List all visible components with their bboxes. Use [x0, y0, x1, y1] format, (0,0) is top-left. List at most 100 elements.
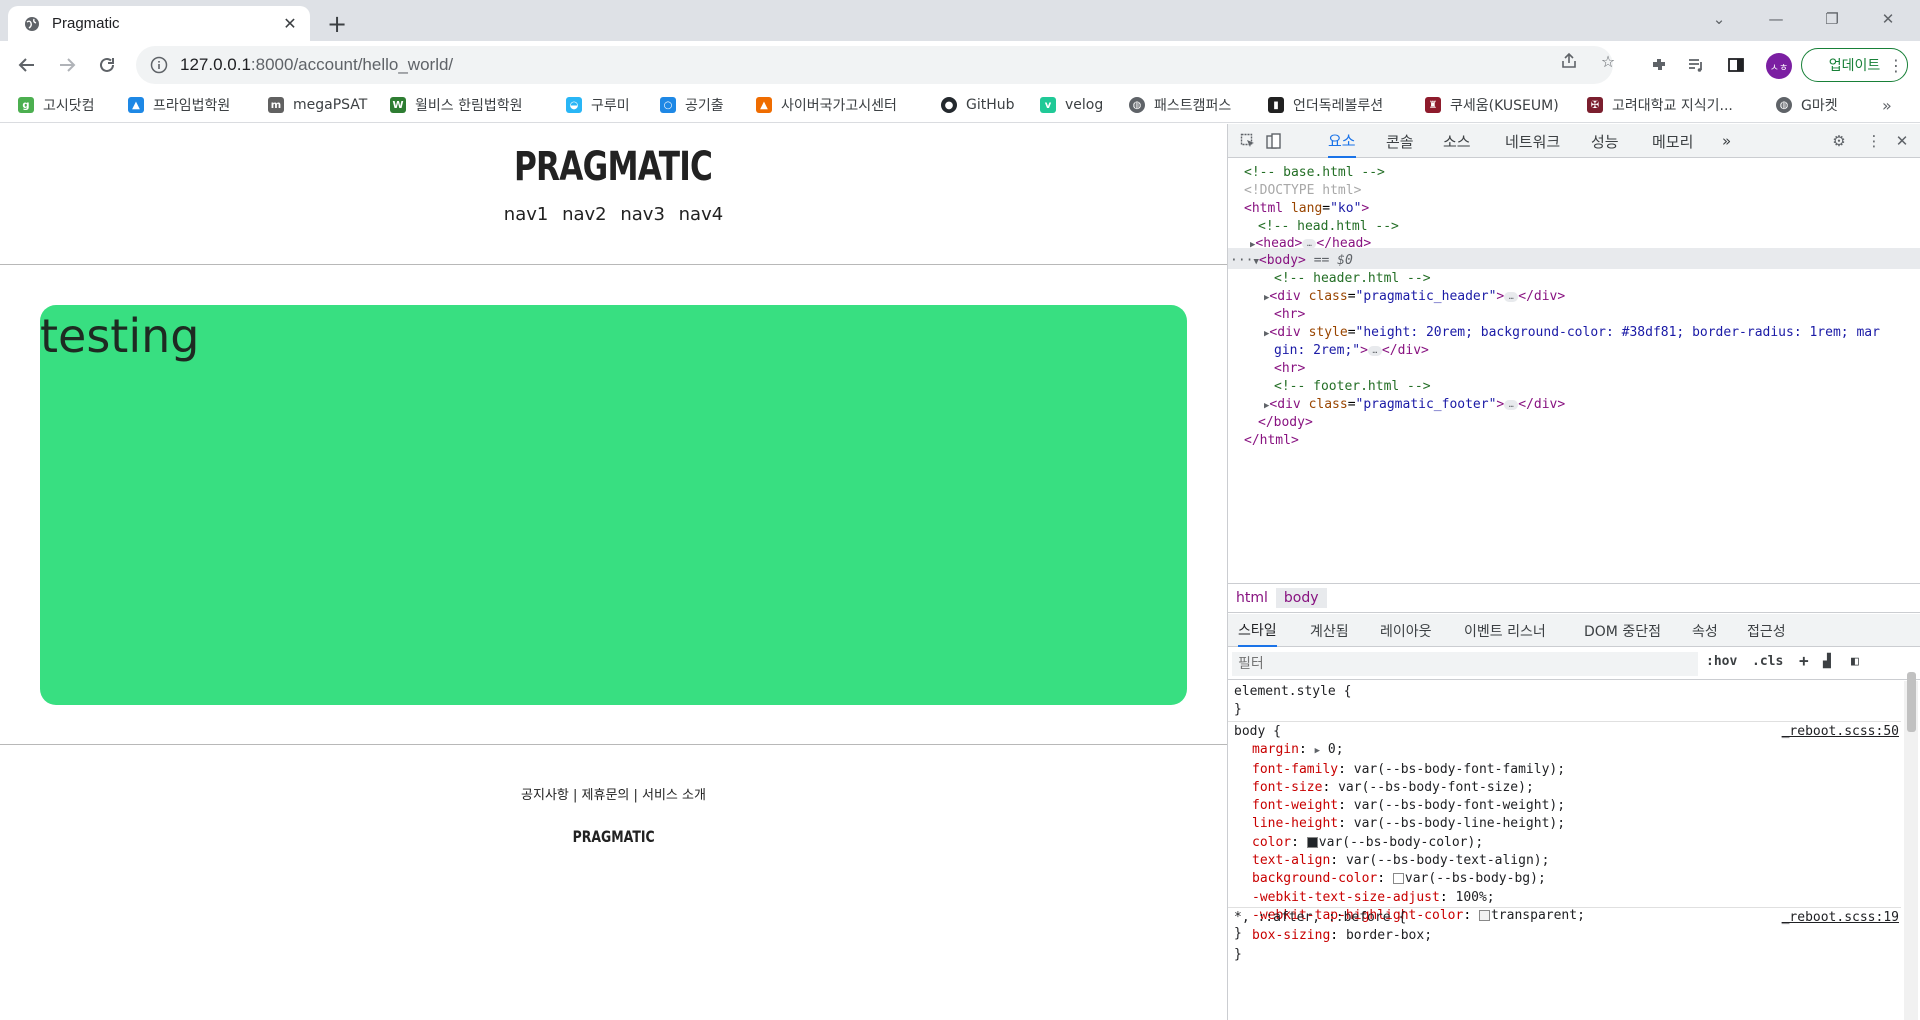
tab-accessibility[interactable]: 접근성 — [1747, 614, 1786, 647]
style-property[interactable]: font-weight: var(--bs-body-font-weight); — [1234, 797, 1899, 815]
breadcrumb-body[interactable]: body — [1275, 588, 1327, 608]
rule-source-link[interactable]: _reboot.scss:19 — [1782, 909, 1899, 927]
nav-link[interactable]: nav1 — [504, 204, 549, 225]
side-panel-icon[interactable] — [1724, 53, 1748, 77]
inspect-element-icon[interactable] — [1238, 131, 1258, 151]
site-nav: nav1 nav2 nav3 nav4 — [0, 204, 1227, 225]
tab-styles[interactable]: 스타일 — [1238, 614, 1277, 647]
bookmark-item[interactable]: v velog — [1040, 92, 1103, 118]
paint-icon[interactable]: ▟ — [1823, 654, 1831, 669]
tab-layout[interactable]: 레이아웃 — [1380, 614, 1432, 647]
close-tab-icon[interactable]: ✕ — [280, 14, 300, 34]
bookmark-item[interactable]: ◍ G마켓 — [1776, 92, 1838, 118]
style-property[interactable]: font-family: var(--bs-body-font-family); — [1234, 761, 1899, 779]
style-property[interactable]: font-size: var(--bs-body-font-size); — [1234, 779, 1899, 797]
pragmatic-header: PRAGMATIC nav1 nav2 nav3 nav4 — [0, 124, 1227, 225]
more-bookmarks-icon[interactable]: » — [1882, 96, 1892, 115]
tab-search-icon[interactable]: ⌄ — [1691, 0, 1747, 38]
bookmark-item[interactable]: ♜ 쿠세움(KUSEUM) — [1425, 92, 1559, 118]
restore-button[interactable]: ❐ — [1804, 0, 1860, 38]
tab-elements[interactable]: 요소 — [1328, 124, 1356, 158]
page-viewport: PRAGMATIC nav1 nav2 nav3 nav4 testing 공지… — [0, 124, 1227, 1020]
tab-dom-breakpoints[interactable]: DOM 중단점 — [1584, 614, 1661, 647]
style-property[interactable]: text-align: var(--bs-body-text-align); — [1234, 852, 1899, 870]
rule-divider — [1228, 721, 1901, 722]
share-icon[interactable] — [1558, 50, 1580, 72]
profile-avatar[interactable]: ㅅㅎ — [1766, 53, 1792, 79]
new-tab-button[interactable]: + — [322, 9, 352, 39]
bookmark-item[interactable]: m megaPSAT — [268, 92, 367, 118]
color-swatch[interactable] — [1306, 836, 1318, 848]
style-property[interactable]: line-height: var(--bs-body-line-height); — [1234, 815, 1899, 833]
filter-input[interactable] — [1232, 652, 1698, 676]
more-tabs-icon[interactable]: » — [1722, 124, 1731, 158]
reload-button[interactable] — [91, 49, 123, 81]
tab-properties[interactable]: 속성 — [1692, 614, 1718, 647]
content-box: testing — [40, 305, 1187, 705]
dom-node[interactable]: </html> — [1244, 430, 1299, 452]
breadcrumb-html[interactable]: html — [1228, 588, 1276, 608]
bookmark-item[interactable]: ● GitHub — [941, 92, 1015, 118]
class-toggle[interactable]: .cls — [1752, 654, 1783, 669]
tab-strip: Pragmatic ✕ + ⌄ — ❐ ✕ — [0, 0, 1920, 41]
device-toolbar-icon[interactable] — [1264, 131, 1284, 151]
bookmarks-bar: g 고시닷컴 ▲ 프라임법학원 m megaPSAT W 윌비스 한림법학원 ◒ 구루미 … — [0, 88, 1920, 123]
bookmark-item[interactable]: W 윌비스 한림법학원 — [390, 92, 523, 118]
nav-link[interactable]: nav2 — [562, 204, 607, 225]
tab-performance[interactable]: 성능 — [1591, 124, 1619, 158]
extensions-icon[interactable] — [1647, 53, 1671, 77]
browser-toolbar: 127.0.0.1:8000/account/hello_world/ ☆ ㅅㅎ… — [0, 41, 1920, 88]
tab-computed[interactable]: 계산됨 — [1310, 614, 1349, 647]
dom-node[interactable]: ▶<div class="pragmatic_header">… </div> — [1264, 286, 1565, 310]
tab-network[interactable]: 네트워크 — [1505, 124, 1560, 158]
address-bar[interactable]: 127.0.0.1:8000/account/hello_world/ — [136, 46, 1613, 84]
bookmark-item[interactable]: g 고시닷컴 — [18, 92, 95, 118]
style-property[interactable]: background-color: var(--bs-body-bg); — [1234, 870, 1899, 888]
new-rule-icon[interactable]: + — [1799, 651, 1809, 670]
devtools-menu-icon[interactable]: ⋮ — [1864, 131, 1884, 151]
bookmark-item[interactable]: ○ 공기출 — [660, 92, 724, 118]
settings-gear-icon[interactable]: ⚙ — [1829, 131, 1849, 151]
style-property[interactable]: color: var(--bs-body-color); — [1234, 834, 1899, 852]
rule-source-link[interactable]: _reboot.scss:50 — [1782, 723, 1899, 741]
bookmark-item[interactable]: ◒ 구루미 — [566, 92, 630, 118]
footer-links[interactable]: 공지사항 | 제휴문의 | 서비스 소개 — [0, 784, 1227, 803]
url-text[interactable]: 127.0.0.1:8000/account/hello_world/ — [180, 55, 453, 75]
minimize-button[interactable]: — — [1748, 0, 1804, 38]
pragmatic-footer: 공지사항 | 제휴문의 | 서비스 소개 PRAGMATIC — [0, 784, 1227, 846]
bookmark-star-icon[interactable]: ☆ — [1597, 50, 1619, 72]
nav-link[interactable]: nav3 — [620, 204, 665, 225]
divider — [0, 744, 1227, 745]
dom-tree: <!-- base.html --> <!DOCTYPE html> <html… — [1228, 160, 1920, 580]
tab-memory[interactable]: 메모리 — [1652, 124, 1693, 158]
close-window-button[interactable]: ✕ — [1860, 0, 1916, 38]
style-property[interactable]: -webkit-text-size-adjust: 100%; — [1234, 889, 1899, 907]
color-swatch[interactable] — [1392, 873, 1404, 885]
site-info-icon[interactable] — [150, 56, 168, 74]
style-property[interactable]: box-sizing: border-box; — [1234, 927, 1899, 945]
velog-icon: v — [1040, 97, 1056, 113]
browser-tab[interactable]: Pragmatic ✕ — [8, 6, 310, 41]
hover-state-toggle[interactable]: :hov — [1706, 654, 1737, 669]
tab-sources[interactable]: 소스 — [1443, 124, 1471, 158]
bookmark-item[interactable]: ✠ 고려대학교 지식기... — [1587, 92, 1733, 118]
style-property[interactable]: margin: ▶ 0; — [1234, 741, 1899, 760]
bookmark-item[interactable]: ▲ 프라임법학원 — [128, 92, 230, 118]
devtools-panel: 요소 콘솔 소스 네트워크 성능 메모리 » ⚙ ⋮ ✕ <!-- base.h… — [1227, 124, 1920, 1020]
forward-button[interactable] — [51, 49, 83, 81]
breadcrumb: html body — [1228, 583, 1920, 613]
tab-event-listeners[interactable]: 이벤트 리스너 — [1464, 614, 1546, 647]
sidebar-toggle-icon[interactable]: ◧ — [1851, 654, 1859, 669]
globe-icon: ◍ — [1129, 97, 1145, 113]
styles-scroll-thumb[interactable] — [1907, 672, 1916, 732]
back-button[interactable] — [11, 49, 43, 81]
bookmark-item[interactable]: ▮ 언더독레볼루션 — [1268, 92, 1383, 118]
reading-list-icon[interactable] — [1684, 53, 1708, 77]
chrome-menu-icon[interactable]: ⋮ — [1884, 53, 1908, 77]
bookmark-item[interactable]: ▲ 사이버국가고시센터 — [756, 92, 897, 118]
nav-link[interactable]: nav4 — [679, 204, 724, 225]
rule-selector[interactable]: element.style { — [1234, 683, 1899, 701]
tab-console[interactable]: 콘솔 — [1386, 124, 1414, 158]
bookmark-item[interactable]: ◍ 패스트캠퍼스 — [1129, 92, 1231, 118]
close-devtools-icon[interactable]: ✕ — [1892, 131, 1912, 151]
